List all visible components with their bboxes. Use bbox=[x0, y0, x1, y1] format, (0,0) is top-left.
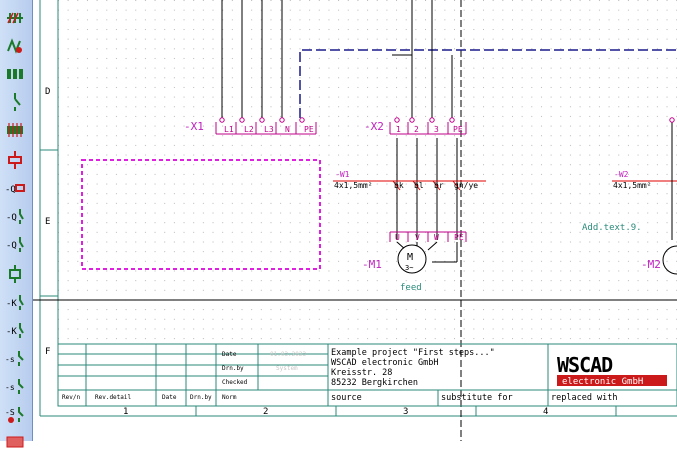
s-switch-icon: -S bbox=[5, 407, 24, 423]
w1-label: -W1 bbox=[335, 170, 350, 179]
contact-symbol-icon bbox=[14, 93, 21, 111]
x2-terminal-3: 3 bbox=[434, 125, 439, 134]
x2-terminal-1: 1 bbox=[396, 125, 401, 134]
project-line-3: Kreisstr. 28 bbox=[331, 368, 392, 378]
wire-bus-icon bbox=[7, 12, 23, 24]
w1-core-br: br bbox=[434, 181, 444, 190]
project-line-4: 85232 Bergkirchen bbox=[331, 378, 418, 388]
toolbar-button-more-tools[interactable] bbox=[3, 430, 27, 454]
x2-terminal-pe: PE bbox=[453, 125, 463, 134]
logo-sub: electronic GmbH bbox=[562, 377, 643, 387]
symbol-toolbar: -Q -Q -Q -K -K -s -s -S bbox=[0, 0, 33, 448]
tb-value-drnby: System bbox=[276, 365, 298, 372]
tb-replaced: replaced with bbox=[551, 393, 618, 403]
project-line-2: WSCAD electronic GmbH bbox=[331, 358, 438, 368]
ground-symbol-icon bbox=[7, 38, 22, 54]
w1-core-gnye: gn/ye bbox=[454, 181, 478, 190]
column-label-2: 2 bbox=[263, 407, 268, 417]
toolbar-button-multi-wire[interactable] bbox=[3, 118, 27, 142]
svg-text:-s: -s bbox=[5, 383, 15, 392]
add-text-label[interactable]: Add.text.9. bbox=[582, 223, 642, 233]
x1-terminal-pe: PE bbox=[304, 125, 314, 134]
svg-text:-S: -S bbox=[5, 408, 15, 417]
x1-terminal-n: N bbox=[285, 125, 290, 134]
m1-label: -M1 bbox=[362, 258, 382, 271]
toolbar-button-q-device-alt[interactable]: -Q bbox=[3, 232, 27, 256]
coil-symbol-icon bbox=[8, 151, 22, 169]
schematic-canvas[interactable]: D E F 1 2 3 4 -X1 L1 L2 L3 N PE -X2 1 2 … bbox=[33, 0, 677, 441]
x1-terminal-l2: L2 bbox=[244, 125, 254, 134]
terminal-strip-icon bbox=[7, 69, 23, 79]
m2-label[interactable]: -M2 bbox=[641, 258, 661, 271]
toolbar-button-terminal-strip[interactable] bbox=[3, 62, 27, 86]
m1-terminal-pe: PE bbox=[454, 233, 464, 242]
w1-core-bk: bk bbox=[394, 181, 404, 190]
toolbar-button-s-switch[interactable]: -S bbox=[3, 402, 27, 426]
switch-symbol-icon bbox=[9, 265, 21, 283]
schematic-sheet[interactable]: D E F 1 2 3 4 -X1 L1 L2 L3 N PE -X2 1 2 … bbox=[33, 0, 677, 441]
multi-wire-icon bbox=[7, 123, 23, 137]
x1-terminal-l1: L1 bbox=[224, 125, 234, 134]
k-contact-alt-icon: -K bbox=[6, 323, 24, 338]
row-label-d: D bbox=[45, 87, 50, 97]
more-tools-icon bbox=[6, 436, 24, 448]
q-device-icon: -Q bbox=[6, 209, 24, 224]
column-label-4: 4 bbox=[543, 407, 548, 417]
toolbar-button-switch-symbol[interactable] bbox=[3, 262, 27, 286]
tb-label-checked: Checked bbox=[222, 379, 248, 386]
relay-symbol-icon: -Q bbox=[5, 184, 25, 195]
m1-symbol: M bbox=[407, 252, 413, 263]
x2-terminal-2: 2 bbox=[414, 125, 419, 134]
x1-label: -X1 bbox=[184, 120, 204, 133]
m1-phase: 3~ bbox=[405, 264, 413, 272]
tb-rev-drnby-header: Drn.by bbox=[190, 394, 212, 401]
row-label-e: E bbox=[45, 217, 50, 227]
w2-spec: 4x1,5mm² bbox=[613, 181, 652, 190]
column-label-1: 1 bbox=[123, 407, 128, 417]
m1-terminal-v: V bbox=[415, 233, 420, 242]
column-label-3: 3 bbox=[403, 407, 408, 417]
w2-label: -W2 bbox=[614, 170, 629, 179]
tb-label-drnby: Drn.by bbox=[222, 365, 244, 372]
toolbar-button-wire-bus[interactable] bbox=[3, 6, 27, 30]
m1-caption: feed bbox=[400, 283, 422, 293]
row-label-f: F bbox=[45, 347, 50, 357]
toolbar-button-q-device[interactable]: -Q bbox=[3, 204, 27, 228]
m1-terminal-u: U bbox=[395, 233, 400, 242]
toolbar-button-k-contact[interactable]: -K bbox=[3, 290, 27, 314]
toolbar-button-relay-symbol[interactable]: -Q bbox=[3, 176, 27, 200]
tb-value-date: 01.03.2023 bbox=[270, 351, 307, 358]
toolbar-button-contact-symbol[interactable] bbox=[3, 90, 27, 114]
dot-grid bbox=[58, 0, 677, 344]
tb-source: source bbox=[331, 393, 362, 403]
s-button-alt-icon: -s bbox=[5, 379, 24, 394]
project-line-1: Example project "First steps..." bbox=[331, 348, 495, 358]
q-device-alt-icon: -Q bbox=[6, 237, 24, 252]
tb-rev-detail-header: Rev.detail bbox=[95, 394, 132, 401]
tb-label-date: Date bbox=[222, 351, 237, 358]
svg-text:-K: -K bbox=[6, 299, 17, 309]
toolbar-button-ground-symbol[interactable] bbox=[3, 34, 27, 58]
w1-spec: 4x1,5mm² bbox=[334, 181, 373, 190]
tb-rev-date-header: Date bbox=[162, 394, 177, 401]
k-contact-icon: -K bbox=[6, 295, 24, 310]
svg-text:-Q: -Q bbox=[6, 241, 17, 251]
s-button-icon: -s bbox=[5, 351, 24, 366]
toolbar-button-k-contact-alt[interactable]: -K bbox=[3, 318, 27, 342]
svg-text:-Q: -Q bbox=[5, 185, 16, 195]
m1-terminal-w: W bbox=[434, 233, 439, 242]
tb-rev-header: Rev/n bbox=[62, 394, 80, 401]
toolbar-button-coil-symbol[interactable] bbox=[3, 148, 27, 172]
logo-main: WSCAD bbox=[557, 353, 613, 377]
svg-text:-s: -s bbox=[5, 355, 15, 364]
tb-substitute: substitute for bbox=[441, 393, 513, 403]
w1-core-bl: bl bbox=[414, 181, 424, 190]
svg-text:-K: -K bbox=[6, 327, 17, 337]
x2-label: -X2 bbox=[364, 120, 384, 133]
svg-text:-Q: -Q bbox=[6, 213, 17, 223]
x1-terminal-l3: L3 bbox=[264, 125, 274, 134]
tb-rev-norm-header: Norm bbox=[222, 394, 237, 401]
toolbar-button-s-button[interactable]: -s bbox=[3, 346, 27, 370]
toolbar-button-s-button-alt[interactable]: -s bbox=[3, 374, 27, 398]
